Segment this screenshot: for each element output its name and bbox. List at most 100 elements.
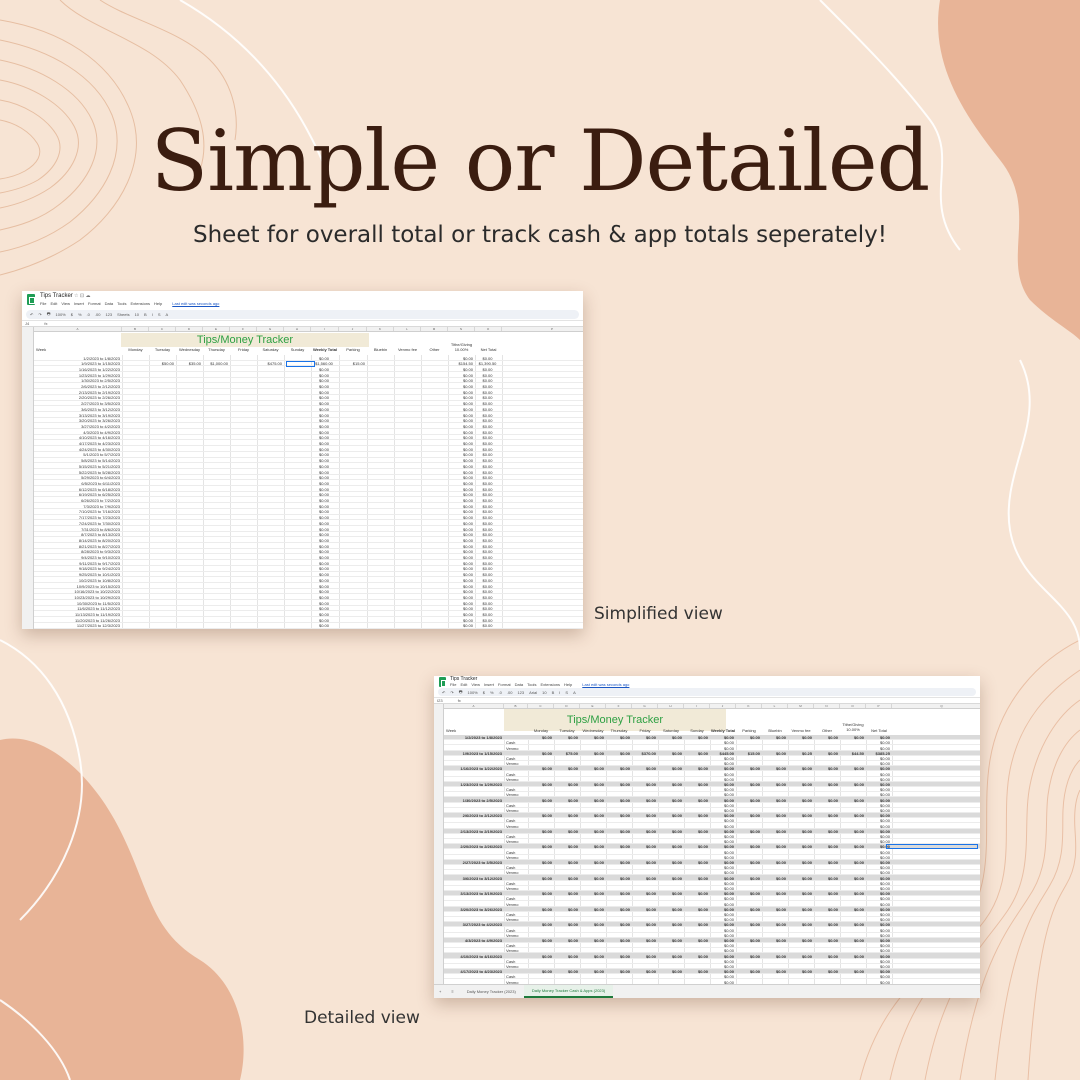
column-letter[interactable]: G [257,327,284,331]
menu-item-view[interactable]: View [61,301,70,306]
menu-item-data[interactable]: Data [105,301,113,306]
column-letter[interactable]: O [840,704,866,708]
menu-item-data[interactable]: Data [515,682,523,687]
column-letter[interactable]: E [203,327,230,331]
toolbar-item[interactable]: 10 [135,312,139,317]
toolbar-item[interactable]: B [552,690,555,695]
toolbar-item[interactable]: B [144,312,147,317]
toolbar-item[interactable]: S [565,690,568,695]
menu-item-format[interactable]: Format [88,301,101,306]
menu-item-file[interactable]: File [450,682,456,687]
column-letter[interactable]: K [367,327,394,331]
last-edit-link[interactable]: Last edit was seconds ago [172,301,219,306]
column-header: Parking [742,728,756,733]
column-letter[interactable]: B [122,327,149,331]
column-letter[interactable]: Q [892,704,980,708]
column-letter[interactable]: L [394,327,421,331]
last-edit-link[interactable]: Last edit was seconds ago [582,682,629,687]
column-letter[interactable]: M [421,327,448,331]
menu-item-tools[interactable]: Tools [527,682,536,687]
cell-reference[interactable]: J4 [25,321,29,326]
menu-item-view[interactable]: View [471,682,480,687]
column-letter[interactable]: L [762,704,788,708]
cell-total[interactable]: $0.00 [311,623,337,628]
column-letter[interactable]: H [658,704,684,708]
toolbar-item[interactable]: 123 [105,312,112,317]
cell-reference[interactable]: I23 [437,698,443,703]
column-letter[interactable]: G [632,704,658,708]
column-letter[interactable]: C [528,704,554,708]
column-letter[interactable]: E [580,704,606,708]
menu-item-help[interactable]: Help [154,301,162,306]
toolbar-item[interactable]: 123 [517,690,524,695]
menu-item-tools[interactable]: Tools [117,301,126,306]
all-sheets-icon[interactable]: ≡ [446,989,458,994]
toolbar-item[interactable]: % [490,690,494,695]
formula-bar[interactable]: J4 fx [22,320,583,327]
column-letter[interactable]: K [736,704,762,708]
toolbar-item[interactable]: A [166,312,169,317]
column-letter[interactable]: J [710,704,736,708]
column-letter[interactable]: N [448,327,475,331]
toolbar-item[interactable]: Arial [529,690,537,695]
toolbar-item[interactable]: 10 [542,690,546,695]
cell-week[interactable]: 11/27/2023 to 12/3/2023 [34,623,120,628]
toolbar-item[interactable]: 100% [56,312,66,317]
column-letter[interactable]: I [311,327,339,331]
toolbar-item[interactable]: .0 [87,312,90,317]
column-header: Saturday [662,728,679,733]
toolbar-item[interactable]: $ [71,312,73,317]
column-letter[interactable]: P [502,327,583,331]
column-letter[interactable]: F [230,327,257,331]
toolbar-item[interactable]: % [78,312,82,317]
column-letter[interactable]: H [284,327,311,331]
menu-item-format[interactable]: Format [498,682,511,687]
menu-item-extensions[interactable]: Extensions [130,301,150,306]
cell-net[interactable]: $0.00 [475,623,500,628]
toolbar-item[interactable]: A [573,690,576,695]
column-letter[interactable]: A [444,704,504,708]
menu-item-edit[interactable]: Edit [50,301,57,306]
column-letter[interactable]: M [788,704,814,708]
column-letter[interactable]: F [606,704,632,708]
column-letter[interactable]: O [475,327,502,331]
toolbar-item[interactable]: I [559,690,560,695]
selected-cell[interactable] [286,361,315,367]
toolbar-item[interactable]: 🖶 [459,689,463,696]
selected-cell[interactable] [886,844,978,849]
menu-item-insert[interactable]: Insert [484,682,494,687]
toolbar-item[interactable]: I [152,312,153,317]
toolbar-item[interactable]: 🖶 [47,311,51,318]
toolbar-item[interactable]: $ [483,690,485,695]
column-letter[interactable]: B [504,704,528,708]
column-letter[interactable]: D [554,704,580,708]
menu-item-extensions[interactable]: Extensions [540,682,560,687]
column-letter[interactable]: C [149,327,176,331]
menu-item-file[interactable]: File [40,301,46,306]
toolbar-item[interactable]: .0 [499,690,502,695]
column-letter[interactable]: D [176,327,203,331]
doc-title[interactable]: Tips Tracker [40,293,73,299]
column-letter[interactable]: I [684,704,710,708]
toolbar-item[interactable]: .00 [507,690,513,695]
cell-tithe[interactable]: $0.00 [448,623,473,628]
menu-item-edit[interactable]: Edit [460,682,467,687]
add-sheet-icon[interactable]: + [434,989,446,994]
menu-item-help[interactable]: Help [564,682,572,687]
column-letter[interactable]: P [866,704,892,708]
menu-item-insert[interactable]: Insert [74,301,84,306]
toolbar-item[interactable]: ↷ [450,690,453,695]
toolbar-item[interactable]: Sheets [117,312,129,317]
toolbar-item[interactable]: ↶ [442,690,445,695]
column-letter[interactable]: A [34,327,122,331]
sheet-tab[interactable]: Daily Money Tracker Cash & Apps (2023) [523,985,614,998]
column-letter[interactable]: N [814,704,840,708]
formula-bar[interactable]: I23 fx [434,697,980,704]
toolbar-item[interactable]: ↷ [38,312,41,317]
sheet-tab[interactable]: Daily Money Tracker (2023) [459,985,524,998]
toolbar-item[interactable]: ↶ [30,312,33,317]
toolbar-item[interactable]: .00 [95,312,101,317]
column-letter[interactable]: J [339,327,367,331]
toolbar-item[interactable]: 100% [468,690,478,695]
toolbar-item[interactable]: S [158,312,161,317]
